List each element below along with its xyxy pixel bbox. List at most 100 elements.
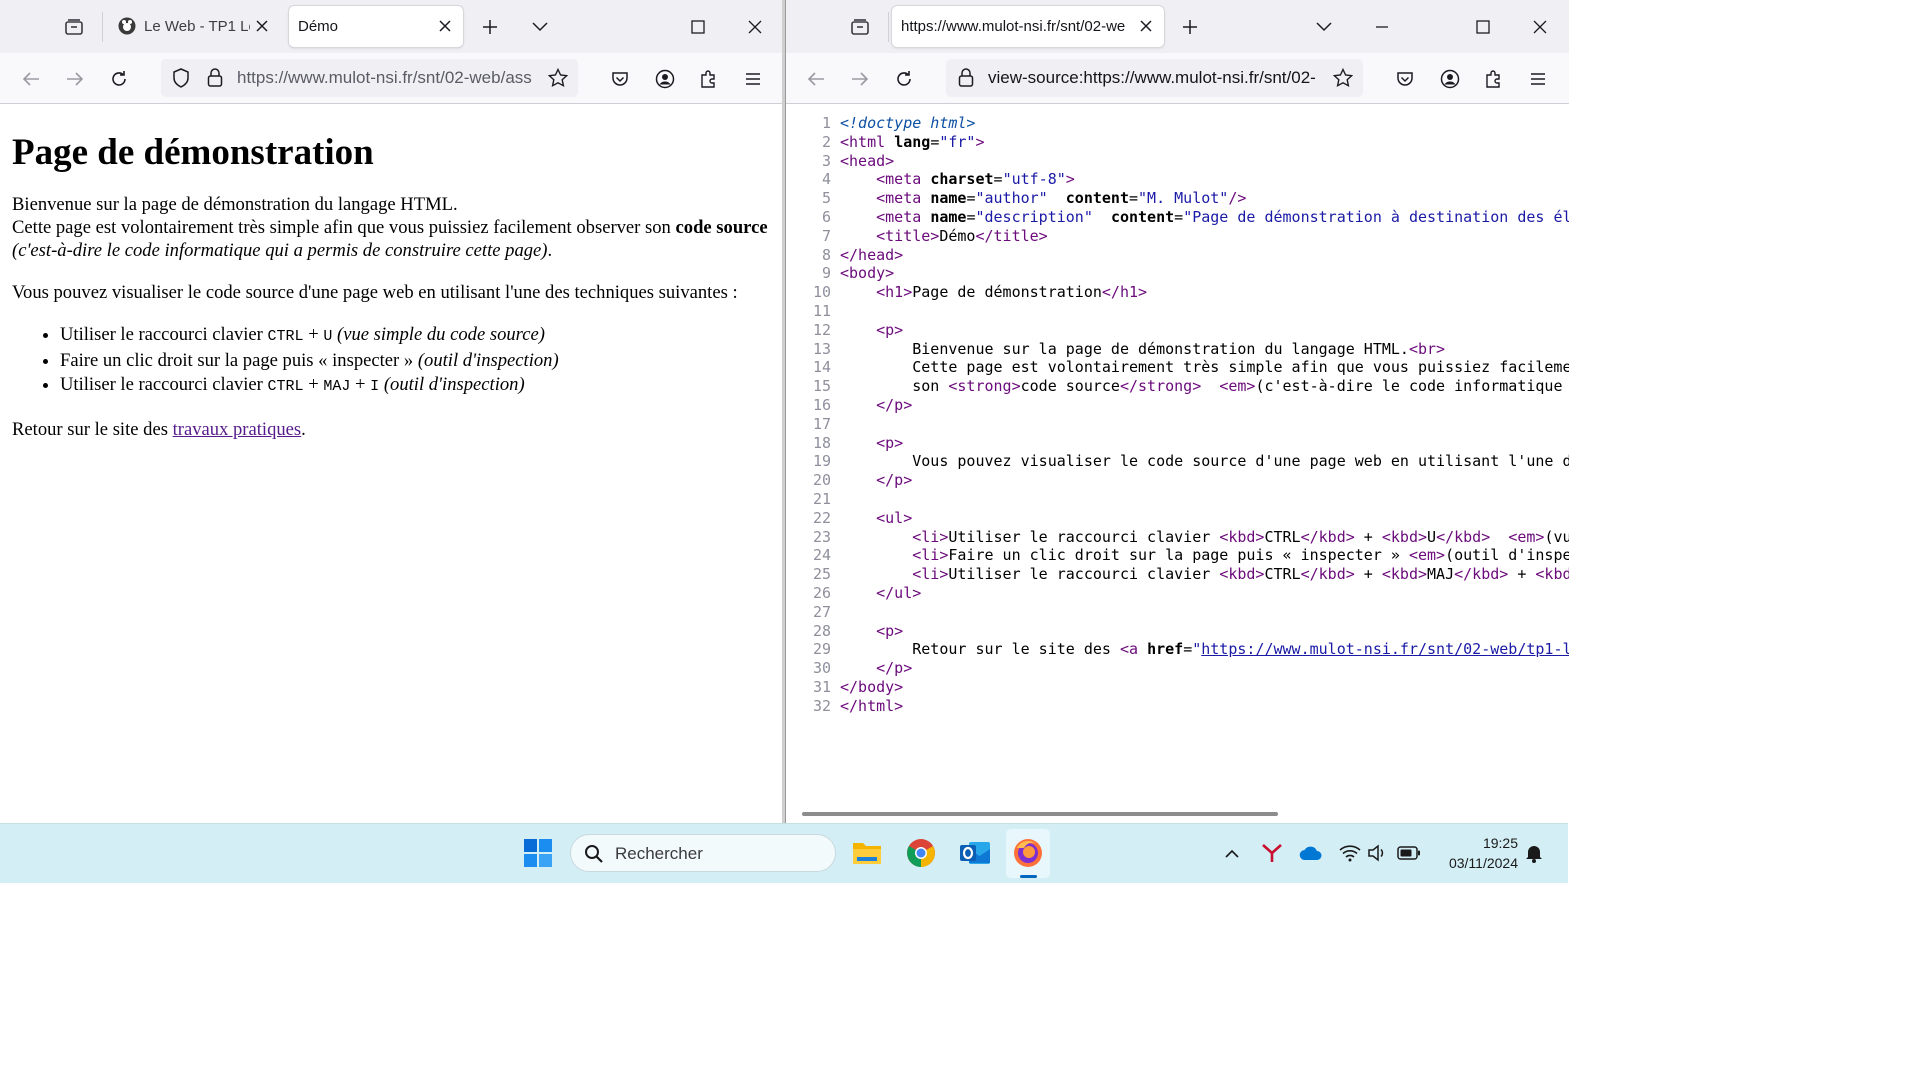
file-explorer-icon[interactable] bbox=[850, 836, 884, 870]
tab-le-web[interactable]: Le Web - TP1 Le bbox=[110, 6, 280, 47]
firefox-icon[interactable] bbox=[1011, 836, 1045, 870]
source-token: "description" bbox=[975, 208, 1093, 226]
forward-arrow-icon[interactable] bbox=[848, 67, 872, 91]
kbd-key: I bbox=[370, 378, 380, 395]
onedrive-cloud-icon[interactable] bbox=[1298, 841, 1324, 865]
chevron-up-icon[interactable] bbox=[1222, 843, 1242, 863]
source-line: Bienvenue sur la page de démonstration d… bbox=[840, 340, 1445, 358]
nav-toolbar: https://www.mulot-nsi.fr/snt/02-web/ass bbox=[0, 53, 782, 104]
tab-groups-icon[interactable] bbox=[848, 15, 872, 39]
tab-view-source[interactable]: https://www.mulot-nsi.fr/snt/02-we bbox=[892, 6, 1164, 47]
back-arrow-icon[interactable] bbox=[19, 67, 43, 91]
list-tabs-chevron-down-icon[interactable] bbox=[1312, 15, 1336, 39]
source-token: Vous pouvez visualiser le code source d'… bbox=[912, 452, 1569, 471]
source-line: <meta name="author" content="M. Mulot"/> bbox=[840, 189, 1246, 207]
source-line: <head> bbox=[840, 152, 894, 170]
menu-hamburger-icon[interactable] bbox=[741, 67, 765, 91]
source-token: <kbd> bbox=[1381, 565, 1428, 584]
extensions-puzzle-icon[interactable] bbox=[1482, 67, 1506, 91]
windows-start-icon[interactable] bbox=[522, 837, 554, 869]
tab-groups-icon[interactable] bbox=[62, 15, 86, 39]
source-token: content bbox=[1110, 208, 1175, 226]
menu-hamburger-icon[interactable] bbox=[1526, 67, 1550, 91]
list-tabs-chevron-down-icon[interactable] bbox=[528, 15, 552, 39]
horizontal-scrollbar[interactable] bbox=[802, 812, 1278, 816]
minimize-icon[interactable] bbox=[1370, 15, 1394, 39]
url-text: view-source:https://www.mulot-nsi.fr/snt… bbox=[988, 68, 1316, 87]
source-token: Utiliser le raccourci clavier bbox=[948, 527, 1220, 546]
return-paragraph: Retour sur le site des travaux pratiques… bbox=[12, 418, 772, 441]
taskbar-search-box[interactable]: Rechercher bbox=[570, 834, 836, 872]
outlook-icon[interactable] bbox=[958, 836, 992, 870]
tab-bar: https://www.mulot-nsi.fr/snt/02-we bbox=[786, 0, 1569, 53]
tray-app-icon[interactable] bbox=[1260, 841, 1284, 865]
source-token: CTRL bbox=[1264, 527, 1301, 546]
source-token bbox=[1201, 377, 1219, 395]
reload-icon[interactable] bbox=[892, 67, 916, 91]
chrome-icon[interactable] bbox=[904, 836, 938, 870]
page-title: Page de démonstration bbox=[12, 132, 374, 173]
tracking-protection-shield-icon[interactable] bbox=[170, 67, 192, 89]
travaux-pratiques-link[interactable]: travaux pratiques bbox=[173, 419, 302, 440]
lock-icon[interactable] bbox=[204, 67, 226, 89]
line-number: 28 bbox=[812, 621, 831, 640]
reload-icon[interactable] bbox=[107, 67, 131, 91]
battery-icon[interactable] bbox=[1396, 841, 1422, 865]
close-window-icon[interactable] bbox=[743, 15, 767, 39]
forward-arrow-icon[interactable] bbox=[63, 67, 87, 91]
line-number: 16 bbox=[812, 396, 831, 414]
url-bar[interactable]: view-source:https://www.mulot-nsi.fr/snt… bbox=[946, 59, 1363, 97]
volume-speaker-icon[interactable] bbox=[1366, 841, 1390, 865]
tab-title: https://www.mulot-nsi.fr/snt/02-we bbox=[901, 18, 1126, 35]
source-token: lang bbox=[894, 132, 931, 151]
close-tab-icon[interactable] bbox=[435, 16, 455, 36]
source-token: </title> bbox=[975, 226, 1048, 245]
source-link[interactable]: https://www.mulot-nsi.fr/snt/02-web/tp1-… bbox=[1201, 640, 1569, 658]
intro-em: (c'est-à-dire le code informatique qui a… bbox=[12, 240, 548, 261]
tab-bar: Le Web - TP1 Le Démo bbox=[0, 0, 782, 53]
source-token: <li> bbox=[912, 527, 949, 546]
source-code-view[interactable]: 1 <!doctype html> 2 <html lang="fr"> 3 <head>… bbox=[786, 104, 1569, 804]
lock-icon[interactable] bbox=[955, 67, 977, 89]
kbd-key: MAJ bbox=[323, 378, 351, 395]
source-token: <meta bbox=[876, 170, 931, 189]
source-token: </p> bbox=[876, 396, 913, 414]
source-line: </body> bbox=[840, 678, 903, 696]
account-icon[interactable] bbox=[653, 67, 677, 91]
bookmark-star-icon[interactable] bbox=[1332, 67, 1354, 89]
close-tab-icon[interactable] bbox=[1136, 16, 1156, 36]
back-arrow-icon[interactable] bbox=[804, 67, 828, 91]
source-token: "Page de démonstration à destination des… bbox=[1183, 208, 1569, 226]
line-number: 17 bbox=[812, 414, 831, 433]
line-number: 13 bbox=[812, 339, 831, 358]
source-token: </kbd> bbox=[1436, 527, 1491, 546]
system-clock[interactable]: 19:25 03/11/2024 bbox=[1449, 833, 1518, 873]
maximize-icon[interactable] bbox=[1471, 15, 1495, 39]
bookmark-star-icon[interactable] bbox=[547, 67, 569, 89]
new-tab-icon[interactable] bbox=[478, 15, 502, 39]
pocket-icon[interactable] bbox=[1393, 67, 1417, 91]
kbd-separator: + bbox=[350, 374, 371, 395]
close-tab-icon[interactable] bbox=[252, 16, 272, 36]
close-window-icon[interactable] bbox=[1528, 15, 1552, 39]
new-tab-icon[interactable] bbox=[1178, 15, 1202, 39]
source-token bbox=[840, 396, 876, 414]
line-number: 4 bbox=[821, 170, 831, 189]
line-number: 20 bbox=[812, 471, 831, 490]
notification-bell-icon[interactable] bbox=[1522, 841, 1546, 865]
line-number: 18 bbox=[812, 433, 831, 452]
source-token: <!doctype html> bbox=[840, 114, 976, 132]
tab-demo[interactable]: Démo bbox=[289, 6, 463, 47]
pocket-icon[interactable] bbox=[608, 67, 632, 91]
wifi-icon[interactable] bbox=[1338, 841, 1362, 865]
source-token: "utf-8" bbox=[1002, 170, 1066, 189]
techniques-list: Utiliser le raccourci clavier CTRL + U (… bbox=[12, 323, 772, 399]
line-number: 32 bbox=[812, 696, 831, 715]
extensions-puzzle-icon[interactable] bbox=[697, 67, 721, 91]
account-icon[interactable] bbox=[1438, 67, 1462, 91]
source-token: </body> bbox=[840, 678, 904, 696]
maximize-icon[interactable] bbox=[686, 15, 710, 39]
source-line: <meta charset="utf-8"> bbox=[840, 170, 1075, 188]
url-bar[interactable]: https://www.mulot-nsi.fr/snt/02-web/ass bbox=[161, 59, 578, 97]
source-line: <li>Utiliser le raccourci clavier <kbd>C… bbox=[840, 528, 1569, 546]
